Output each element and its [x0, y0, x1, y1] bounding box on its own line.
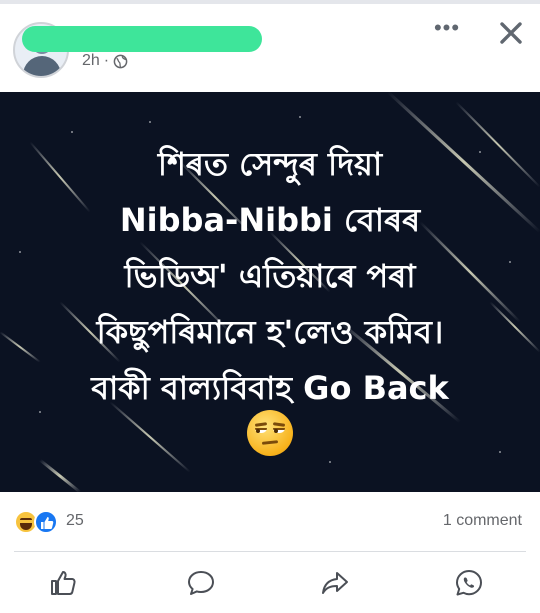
post-meta: 2h ·	[82, 52, 128, 70]
post-text-line: শিৰত সেন্দুৰ দিয়া	[157, 145, 383, 183]
more-icon[interactable]: •••	[432, 16, 462, 40]
post-header: 2h · •••	[0, 4, 540, 92]
reaction-icons[interactable]	[14, 510, 62, 536]
unamused-face-emoji	[247, 410, 293, 456]
post-text-line: Nibba-Nibbi বোৰৰ	[119, 201, 421, 239]
post-text-line: বাকী বাল্যবিবাহ Go Back	[91, 369, 449, 407]
post-text-line: কিছুপৰিমানে হ'লেও কমিব।	[96, 313, 444, 351]
share-icon[interactable]	[320, 568, 350, 598]
action-bar	[0, 552, 540, 613]
avatar-body	[23, 56, 61, 76]
post-text-line: ভিডিঅ' এতিয়াৰে পৰা	[124, 257, 416, 295]
like-icon	[34, 510, 58, 534]
post-image-text: শিৰত সেন্দুৰ দিয়া Nibba-Nibbi বোৰৰ ভিডি…	[0, 136, 540, 416]
post-time[interactable]: 2h	[82, 52, 100, 70]
post-image[interactable]: শিৰত সেন্দুৰ দিয়া Nibba-Nibbi বোৰৰ ভিডি…	[0, 92, 540, 492]
meta-separator: ·	[103, 52, 110, 69]
comment-count[interactable]: 1 comment	[443, 512, 522, 530]
like-icon[interactable]	[48, 568, 78, 598]
reactions-bar: 25 1 comment	[0, 492, 540, 550]
reaction-count[interactable]: 25	[66, 512, 84, 530]
globe-icon	[113, 54, 128, 68]
comment-icon[interactable]	[186, 568, 216, 598]
author-name-redaction	[22, 26, 262, 52]
whatsapp-icon[interactable]	[454, 568, 484, 598]
close-icon[interactable]	[496, 18, 526, 48]
